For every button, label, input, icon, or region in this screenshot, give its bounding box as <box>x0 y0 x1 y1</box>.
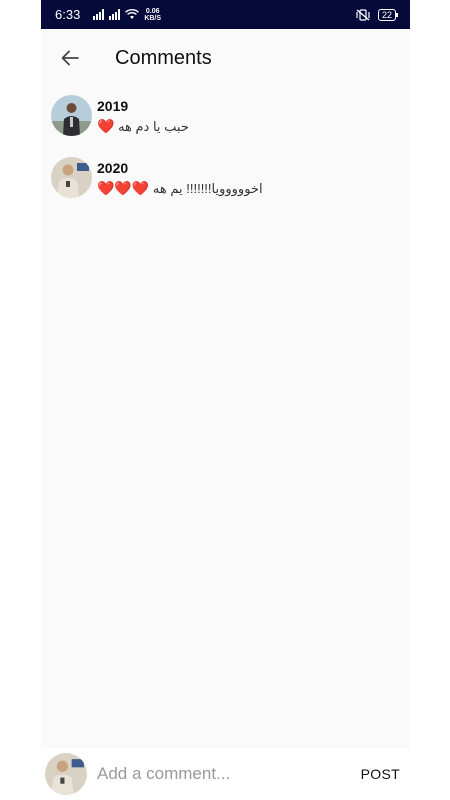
net-speed-value: 0.06 <box>145 7 160 15</box>
signal-icon <box>109 9 121 20</box>
comment-username[interactable]: 2019 <box>97 98 189 114</box>
net-speed: 0.06 KB/S <box>144 8 161 22</box>
net-speed-unit: KB/S <box>144 14 162 22</box>
status-right: 22 <box>356 8 399 21</box>
comment-username[interactable]: 2020 <box>97 160 263 176</box>
comment-body: 2020 ❤️❤️❤️ اخووووويا!!!!!!! يم هه <box>97 157 263 197</box>
wifi-icon <box>125 9 140 19</box>
comment-message: حبب يا دم هه <box>118 119 189 134</box>
status-bar: 6:33 0.06 KB/S 22 <box>41 0 410 29</box>
status-time: 6:33 <box>55 7 81 22</box>
comment-message: اخووووويا!!!!!!! يم هه <box>152 181 263 196</box>
signal-icon <box>93 9 105 20</box>
heart-icon: ❤️ <box>97 118 115 134</box>
comment-input[interactable] <box>97 764 337 784</box>
comment-item: 2020 ❤️❤️❤️ اخووووويا!!!!!!! يم هه <box>41 157 410 219</box>
comments-list: 2019 ❤️ حبب يا دم هه 2020 ❤️❤️❤️ اخووووو… <box>41 87 410 219</box>
back-button[interactable] <box>59 47 81 69</box>
post-button[interactable]: POST <box>361 766 400 782</box>
comment-text: ❤️ حبب يا دم هه <box>97 118 189 135</box>
phone-screen: 6:33 0.06 KB/S 22 Comments 2019 ❤️ حبب ي… <box>41 0 410 800</box>
battery-icon: 22 <box>377 8 399 21</box>
comment-composer: POST <box>41 748 410 800</box>
comment-text: ❤️❤️❤️ اخووووويا!!!!!!! يم هه <box>97 180 263 197</box>
app-bar: Comments <box>41 29 410 87</box>
avatar[interactable] <box>51 157 92 198</box>
status-left: 6:33 0.06 KB/S <box>55 7 161 22</box>
avatar[interactable] <box>51 95 92 136</box>
page-title: Comments <box>115 46 212 69</box>
avatar <box>45 753 87 795</box>
comment-body: 2019 ❤️ حبب يا دم هه <box>97 95 189 135</box>
heart-icon: ❤️❤️❤️ <box>97 180 150 196</box>
comment-item: 2019 ❤️ حبب يا دم هه <box>41 95 410 157</box>
arrow-left-icon <box>61 50 79 66</box>
vibrate-off-icon <box>356 8 370 21</box>
